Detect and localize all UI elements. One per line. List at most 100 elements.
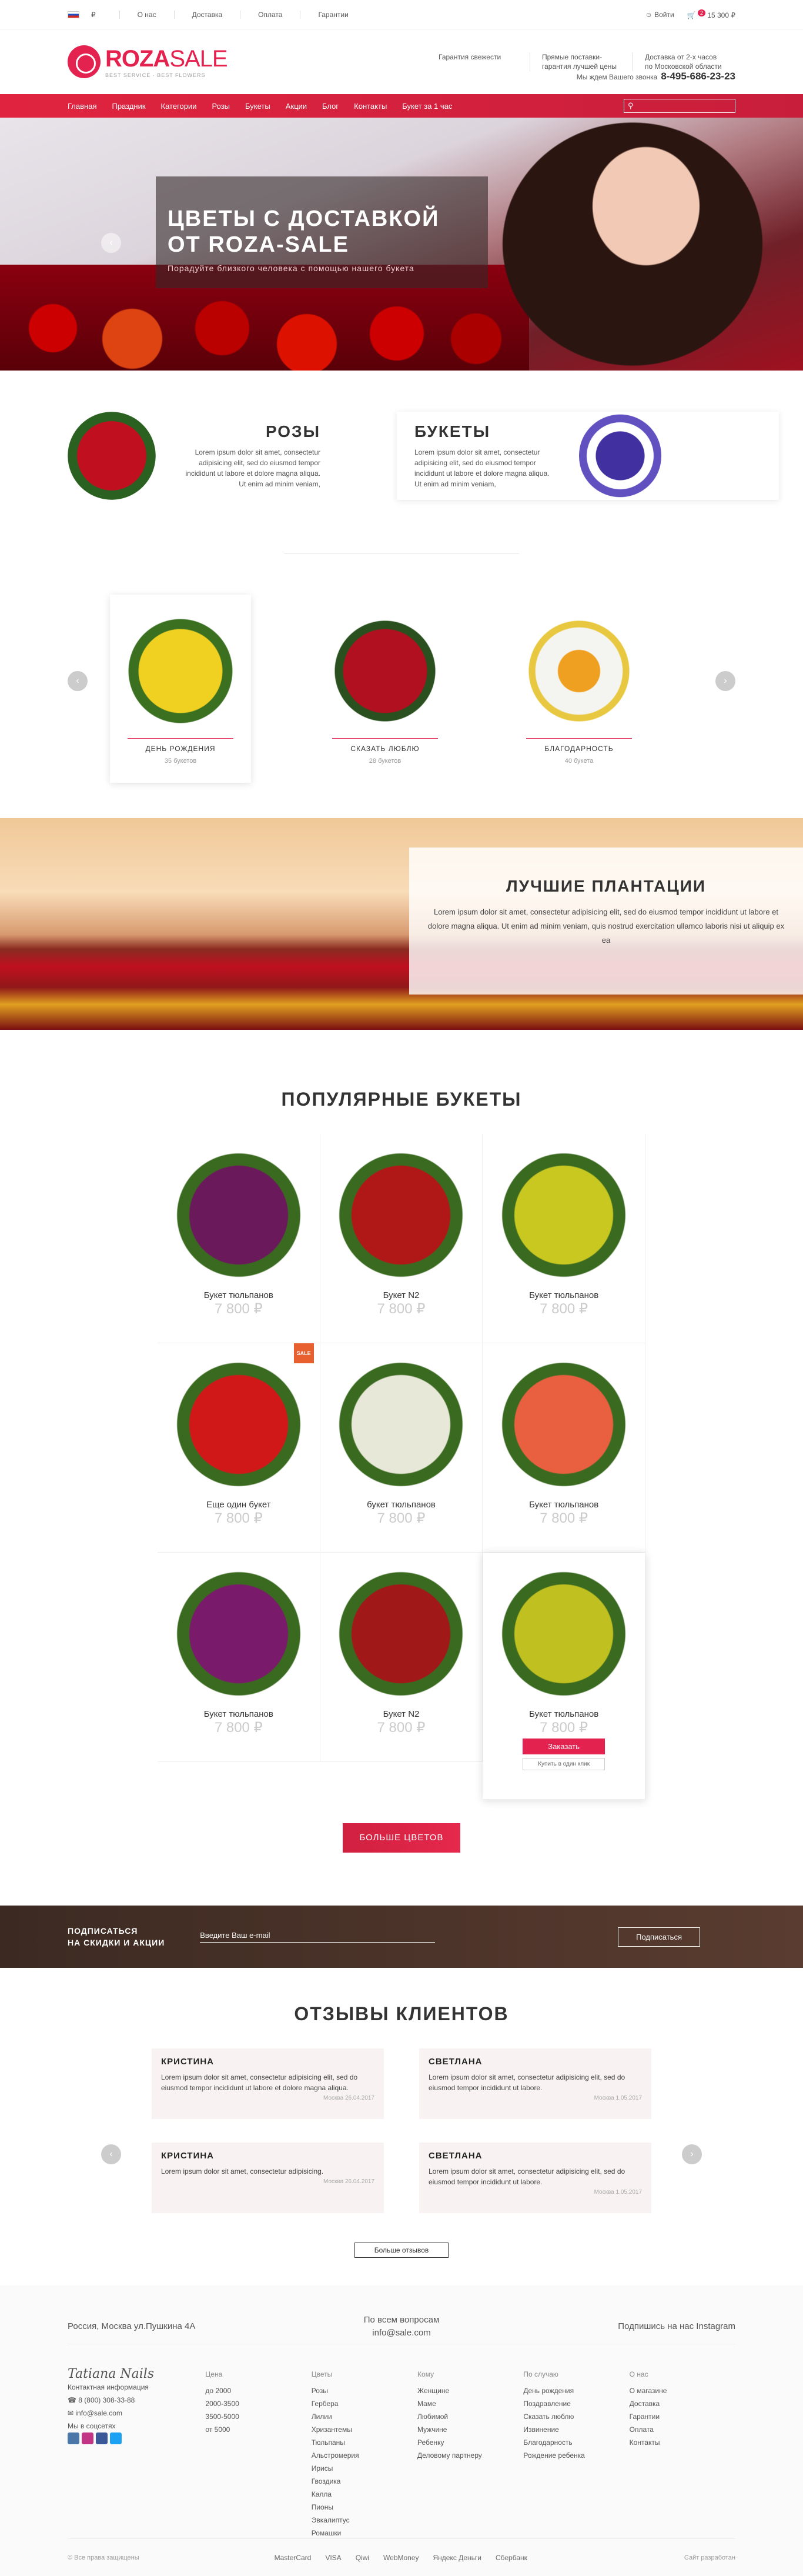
product-price: 7 800 ₽: [377, 1510, 426, 1526]
slider-prev-arrow-icon[interactable]: ‹: [68, 671, 88, 691]
instagram-link[interactable]: Подпишись на нас Instagram: [513, 2320, 735, 2333]
hero-prev-arrow-icon[interactable]: ‹: [101, 233, 121, 253]
footer-link[interactable]: Розы: [312, 2384, 417, 2397]
facebook-icon[interactable]: [96, 2432, 108, 2444]
product-card[interactable]: Букет тюльпанов 7 800 ₽: [158, 1553, 320, 1762]
footer-link[interactable]: Поздравление: [523, 2397, 629, 2410]
logo-icon: [68, 45, 101, 78]
nav-holiday[interactable]: Праздник: [112, 102, 145, 111]
product-card[interactable]: букет тюльпанов 7 800 ₽: [320, 1343, 483, 1553]
footer-link[interactable]: Пионы: [312, 2501, 417, 2514]
footer-phone[interactable]: ☎ 8 (800) 308-33-88: [68, 2394, 205, 2407]
top-nav-about[interactable]: О нас: [119, 11, 174, 19]
footer-link[interactable]: Маме: [417, 2397, 523, 2410]
nav-sales[interactable]: Акции: [286, 102, 307, 111]
top-nav-guarantee[interactable]: Гарантии: [300, 11, 366, 19]
footer-brand-logo: Tatiana Nails: [68, 2367, 155, 2381]
flag-icon[interactable]: [68, 11, 79, 18]
one-click-button[interactable]: Купить в один клик: [523, 1758, 605, 1770]
reviews-next-arrow-icon[interactable]: ›: [682, 2144, 702, 2164]
footer-link[interactable]: Лилии: [312, 2410, 417, 2423]
product-name: Букет тюльпанов: [529, 1500, 599, 1510]
footer-link[interactable]: Деловому партнеру: [417, 2449, 523, 2462]
footer-email-top[interactable]: info@sale.com: [372, 2328, 430, 2338]
footer-link[interactable]: День рождения: [523, 2384, 629, 2397]
footer-link[interactable]: Гарантии: [630, 2410, 735, 2423]
footer-link[interactable]: Калла: [312, 2488, 417, 2501]
product-price: 7 800 ₽: [214, 1510, 263, 1526]
category-bouquets-title: БУКЕТЫ: [414, 422, 491, 441]
footer-link[interactable]: Гвоздика: [312, 2475, 417, 2488]
footer-link[interactable]: Эвкалиптус: [312, 2514, 417, 2527]
footer-link[interactable]: Ирисы: [312, 2462, 417, 2475]
product-card[interactable]: Букет тюльпанов 7 800 ₽ Заказать Купить в о…: [483, 1553, 645, 1800]
footer-link[interactable]: Оплата: [630, 2423, 735, 2436]
slider-next-arrow-icon[interactable]: ›: [715, 671, 735, 691]
twitter-icon[interactable]: [110, 2432, 122, 2444]
nav-contacts[interactable]: Контакты: [354, 102, 387, 111]
occasion-birthday[interactable]: ДЕНЬ РОЖДЕНИЯ 35 букетов: [110, 595, 251, 783]
vk-icon[interactable]: [68, 2432, 79, 2444]
product-card[interactable]: Букет тюльпанов 7 800 ₽: [483, 1343, 645, 1553]
occasion-love[interactable]: СКАЗАТЬ ЛЮБЛЮ 28 букетов: [314, 595, 456, 783]
footer-link[interactable]: Хризантемы: [312, 2423, 417, 2436]
footer-link[interactable]: Извинение: [523, 2423, 629, 2436]
product-card[interactable]: Букет N2 7 800 ₽: [320, 1553, 483, 1762]
footer-link[interactable]: Благодарность: [523, 2436, 629, 2449]
category-roses[interactable]: РОЗЫ Lorem ipsum dolor sit amet, consect…: [68, 412, 326, 500]
footer-link[interactable]: Тюльпаны: [312, 2436, 417, 2449]
search-icon[interactable]: ⚲: [628, 101, 634, 111]
footer-link[interactable]: Рождение ребенка: [523, 2449, 629, 2462]
all-reviews-button[interactable]: Больше отзывов: [354, 2243, 449, 2258]
top-nav-delivery[interactable]: Доставка: [173, 11, 240, 19]
nav-home[interactable]: Главная: [68, 102, 96, 111]
cart-button[interactable]: 🛒 2 15 300 ₽: [687, 9, 735, 19]
footer-link[interactable]: Гербера: [312, 2397, 417, 2410]
nav-1hour[interactable]: Букет за 1 час: [402, 102, 452, 111]
nav-roses[interactable]: Розы: [212, 102, 230, 111]
more-flowers-button[interactable]: БОЛЬШЕ ЦВЕТОВ: [343, 1823, 460, 1853]
footer-email[interactable]: ✉ info@sale.com: [68, 2407, 205, 2420]
footer-link[interactable]: Ромашки: [312, 2527, 417, 2540]
category-roses-title: РОЗЫ: [265, 422, 320, 441]
nav-categories[interactable]: Категории: [161, 102, 197, 111]
footer-link[interactable]: Женщине: [417, 2384, 523, 2397]
copyright: © Все права защищены: [68, 2554, 139, 2561]
product-card[interactable]: SALE Еще один букет 7 800 ₽: [158, 1343, 320, 1553]
order-button[interactable]: Заказать: [523, 1739, 605, 1754]
occasion-slider: ‹ ДЕНЬ РОЖДЕНИЯ 35 букетов СКАЗАТЬ ЛЮБЛЮ…: [68, 553, 735, 789]
occasion-thanks[interactable]: БЛАГОДАРНОСТЬ 40 букета: [508, 595, 650, 783]
phone-number[interactable]: 8-495-686-23-23: [661, 71, 735, 82]
footer-link[interactable]: до 2000: [205, 2384, 311, 2397]
footer-link[interactable]: 3500-5000: [205, 2410, 311, 2423]
product-image: [327, 1144, 475, 1286]
product-card[interactable]: Букет N2 7 800 ₽: [320, 1134, 483, 1343]
logo[interactable]: ROZASALE BEST SERVICE · BEST FLOWERS: [68, 45, 228, 78]
instagram-icon[interactable]: [82, 2432, 93, 2444]
footer-link[interactable]: от 5000: [205, 2423, 311, 2436]
footer-link[interactable]: 2000-3500: [205, 2397, 311, 2410]
footer-link[interactable]: Любимой: [417, 2410, 523, 2423]
footer-link[interactable]: Мужчине: [417, 2423, 523, 2436]
reviews-prev-arrow-icon[interactable]: ‹: [101, 2144, 121, 2164]
footer-link[interactable]: Альстромерия: [312, 2449, 417, 2462]
product-card[interactable]: Букет тюльпанов 7 800 ₽: [483, 1134, 645, 1343]
nav-blog[interactable]: Блог: [322, 102, 339, 111]
footer-link[interactable]: Сказать люблю: [523, 2410, 629, 2423]
email-field[interactable]: Введите Ваш e-mail: [200, 1931, 436, 1943]
user-area: ☺ Войти 🛒 2 15 300 ₽: [645, 9, 735, 19]
nav-bouquets[interactable]: Букеты: [245, 102, 270, 111]
subscribe-button[interactable]: Подписаться: [618, 1927, 700, 1947]
footer-link[interactable]: Доставка: [630, 2397, 735, 2410]
currency-select[interactable]: ₽: [91, 11, 96, 19]
search-input[interactable]: ⚲: [624, 99, 735, 113]
product-card[interactable]: Букет тюльпанов 7 800 ₽: [158, 1134, 320, 1343]
category-bouquets[interactable]: БУКЕТЫ Lorem ipsum dolor sit amet, conse…: [397, 412, 779, 500]
footer-link[interactable]: Ребенку: [417, 2436, 523, 2449]
login-button[interactable]: ☺ Войти: [645, 11, 674, 19]
footer-link[interactable]: Контакты: [630, 2436, 735, 2449]
top-nav-payment[interactable]: Оплата: [240, 11, 300, 19]
review-text: Lorem ipsum dolor sit amet, consectetur …: [161, 2167, 324, 2175]
footer-link[interactable]: О магазине: [630, 2384, 735, 2397]
footer-email-address: info@sale.com: [75, 2409, 122, 2417]
